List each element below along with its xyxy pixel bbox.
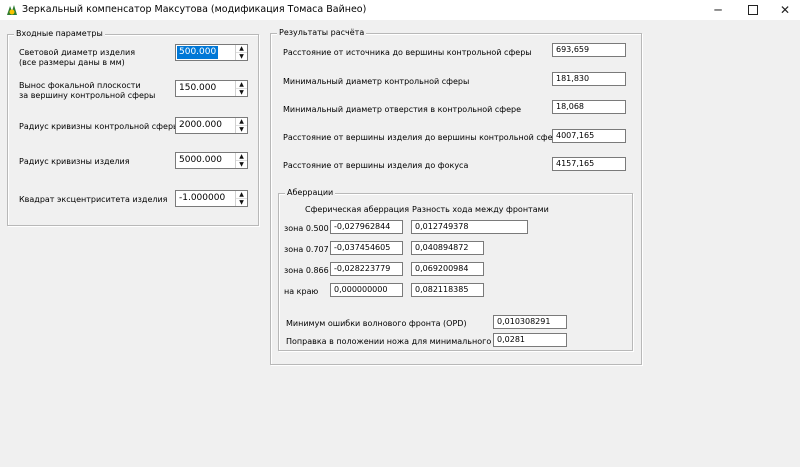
mirror-to-sphere-distance-field[interactable]: 4007,165 bbox=[552, 129, 626, 143]
spherical-aberration-field[interactable]: 0,000000000 bbox=[330, 283, 403, 297]
zone-label: зона 0.707 bbox=[284, 245, 329, 254]
spin-arrows[interactable]: ▲ ▼ bbox=[235, 153, 247, 168]
path-difference-field[interactable]: 0,082118385 bbox=[411, 283, 484, 297]
min-hole-diameter-field[interactable]: 18,068 bbox=[552, 100, 626, 114]
spherical-aberration-field[interactable]: -0,027962844 bbox=[330, 220, 403, 234]
spin-down-icon[interactable]: ▼ bbox=[236, 126, 247, 133]
spin-down-icon[interactable]: ▼ bbox=[236, 161, 247, 168]
spin-up-icon[interactable]: ▲ bbox=[236, 191, 247, 199]
spin-up-icon[interactable]: ▲ bbox=[236, 153, 247, 161]
source-distance-label: Расстояние от источника до вершины контр… bbox=[283, 48, 532, 57]
eccentricity-label: Квадрат эксцентриситета изделия bbox=[19, 195, 168, 204]
spin-up-icon[interactable]: ▲ bbox=[236, 118, 247, 126]
opd-label: Минимум ошибки волнового фронта (OPD) bbox=[286, 319, 467, 328]
light-diameter-label: Световой диаметр изделия bbox=[19, 48, 136, 57]
spin-down-icon[interactable]: ▼ bbox=[236, 89, 247, 96]
close-icon: ✕ bbox=[779, 3, 791, 17]
maximize-icon bbox=[748, 4, 758, 15]
path-difference-field[interactable]: 0,069200984 bbox=[411, 262, 484, 276]
light-diameter-sublabel: (все размеры даны в мм) bbox=[19, 58, 125, 67]
zone-label: зона 0.866 bbox=[284, 266, 329, 275]
window-title: Зеркальный компенсатор Максутова (модифи… bbox=[22, 4, 367, 15]
zone-label: на краю bbox=[284, 287, 319, 296]
eccentricity-value[interactable]: -1.000000 bbox=[177, 192, 227, 205]
path-difference-header: Разность хода между фронтами bbox=[412, 205, 549, 214]
control-sphere-radius-spinbox[interactable]: 2000.000 ▲ ▼ bbox=[175, 117, 248, 134]
control-sphere-radius-label: Радиус кривизны контрольной сферы bbox=[19, 122, 180, 131]
maximize-button[interactable] bbox=[735, 0, 771, 20]
path-difference-field[interactable]: 0,040894872 bbox=[411, 241, 484, 255]
mirror-to-focus-distance-field[interactable]: 4157,165 bbox=[552, 157, 626, 171]
focal-offset-value[interactable]: 150.000 bbox=[177, 82, 218, 95]
app-icon bbox=[7, 5, 17, 15]
spin-up-icon[interactable]: ▲ bbox=[236, 45, 247, 53]
spin-up-icon[interactable]: ▲ bbox=[236, 81, 247, 89]
knife-correction-label: Поправка в положении ножа для минимально… bbox=[286, 337, 512, 346]
spin-arrows[interactable]: ▲ ▼ bbox=[235, 45, 247, 60]
control-sphere-radius-value[interactable]: 2000.000 bbox=[177, 119, 224, 132]
source-distance-field[interactable]: 693,659 bbox=[552, 43, 626, 57]
results-legend: Результаты расчёта bbox=[277, 28, 367, 37]
spin-arrows[interactable]: ▲ ▼ bbox=[235, 191, 247, 206]
spherical-aberration-header: Сферическая аберрация bbox=[305, 205, 410, 214]
title-bar: Зеркальный компенсатор Максутова (модифи… bbox=[0, 0, 800, 20]
focal-offset-label: Вынос фокальной плоскости bbox=[19, 81, 141, 90]
focal-offset-sublabel: за вершину контрольной сферы bbox=[19, 91, 156, 100]
spherical-aberration-field[interactable]: -0,037454605 bbox=[330, 241, 403, 255]
mirror-radius-spinbox[interactable]: 5000.000 ▲ ▼ bbox=[175, 152, 248, 169]
minimize-button[interactable]: ─ bbox=[700, 0, 736, 20]
min-sphere-diameter-field[interactable]: 181,830 bbox=[552, 72, 626, 86]
mirror-radius-label: Радиус кривизны изделия bbox=[19, 157, 130, 166]
spin-arrows[interactable]: ▲ ▼ bbox=[235, 81, 247, 96]
min-sphere-diameter-label: Минимальный диаметр контрольной сферы bbox=[283, 77, 470, 86]
input-parameters-legend: Входные параметры bbox=[14, 29, 105, 38]
aberrations-legend: Аберрации bbox=[285, 188, 336, 197]
mirror-to-focus-distance-label: Расстояние от вершины изделия до фокуса bbox=[283, 161, 469, 170]
path-difference-field[interactable]: 0,012749378 bbox=[411, 220, 528, 234]
spin-down-icon[interactable]: ▼ bbox=[236, 53, 247, 60]
spin-down-icon[interactable]: ▼ bbox=[236, 199, 247, 206]
opd-field[interactable]: 0,010308291 bbox=[493, 315, 567, 329]
spherical-aberration-field[interactable]: -0,028223779 bbox=[330, 262, 403, 276]
spin-arrows[interactable]: ▲ ▼ bbox=[235, 118, 247, 133]
focal-offset-spinbox[interactable]: 150.000 ▲ ▼ bbox=[175, 80, 248, 97]
light-diameter-spinbox[interactable]: 500.000 ▲ ▼ bbox=[175, 44, 248, 61]
mirror-to-sphere-distance-label: Расстояние от вершины изделия до вершины… bbox=[283, 133, 564, 142]
zone-label: зона 0.500 bbox=[284, 224, 329, 233]
knife-correction-field[interactable]: 0,0281 bbox=[493, 333, 567, 347]
minimize-icon: ─ bbox=[714, 3, 722, 17]
light-diameter-value[interactable]: 500.000 bbox=[177, 46, 219, 59]
mirror-radius-value[interactable]: 5000.000 bbox=[177, 154, 224, 167]
min-hole-diameter-label: Минимальный диаметр отверстия в контроль… bbox=[283, 105, 522, 114]
close-button[interactable]: ✕ bbox=[770, 0, 800, 20]
eccentricity-spinbox[interactable]: -1.000000 ▲ ▼ bbox=[175, 190, 248, 207]
